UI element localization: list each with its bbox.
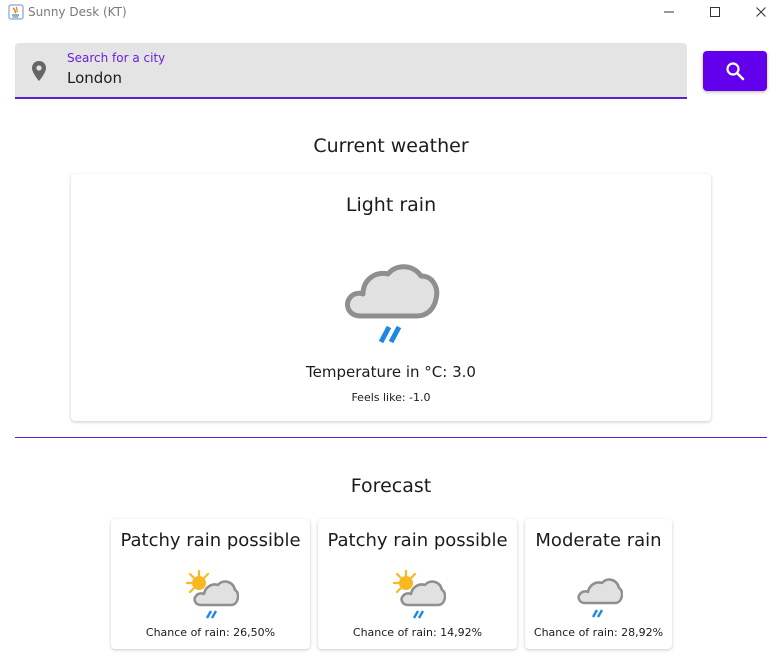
java-app-icon [8,4,24,20]
forecast-condition: Moderate rain [535,530,662,551]
cloud-rain-icon [345,264,440,344]
forecast-card: Patchy rain possible Chance of rain: 14,… [318,519,517,649]
chance-of-rain-text: Chance of rain: 14,92% [352,626,483,639]
cloud-rain-icon [577,578,623,618]
location-pin-icon [32,61,46,81]
forecast-condition: Patchy rain possible [327,530,508,551]
search-button[interactable] [703,51,767,91]
search-label: Search for a city [67,51,166,65]
chance-of-rain-text: Chance of rain: 26,50% [145,626,276,639]
close-icon [756,7,766,17]
current-condition: Light rain [345,194,437,216]
search-input[interactable]: London [67,69,122,87]
forecast-card: Patchy rain possible Chance of rain: 26,… [111,519,310,649]
minimize-icon [664,11,674,13]
close-button[interactable] [738,0,782,24]
sun-cloud-rain-icon [185,569,239,619]
temperature-text: Temperature in °C: 3.0 [306,363,476,381]
city-search-field[interactable]: Search for a city London [15,43,687,99]
maximize-icon [710,7,720,17]
sun-cloud-rain-icon [392,569,446,619]
chance-of-rain-text: Chance of rain: 28,92% [533,626,664,639]
search-icon [726,62,745,81]
forecast-heading: Forecast [350,475,432,497]
maximize-button[interactable] [692,0,738,24]
minimize-button[interactable] [646,0,692,24]
current-weather-heading: Current weather [313,135,469,157]
forecast-card: Moderate rain Chance of rain: 28,92% [525,519,672,649]
section-divider [15,437,767,438]
title-bar: Sunny Desk (KT) [0,0,782,24]
feels-like-text: Feels like: -1.0 [351,391,431,404]
current-weather-card: Light rain Temperature in °C: 3.0 Feels … [71,174,711,421]
window-title: Sunny Desk (KT) [28,5,127,19]
forecast-condition: Patchy rain possible [120,530,301,551]
